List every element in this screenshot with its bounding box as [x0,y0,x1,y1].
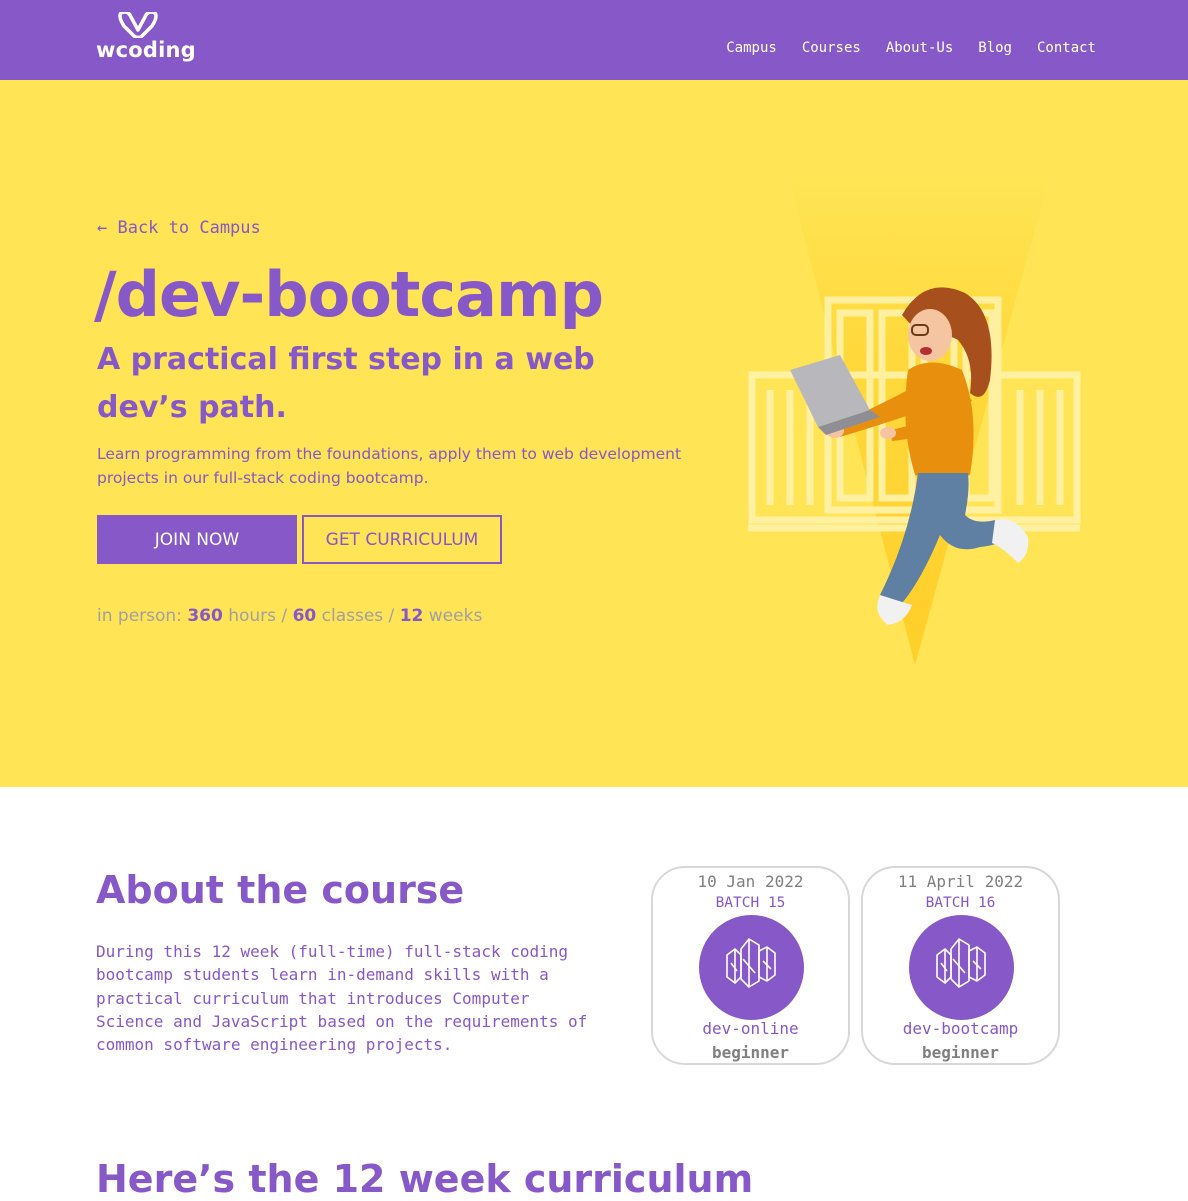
back-to-campus-link[interactable]: ← Back to Campus [97,218,261,238]
stats-weeks-label: weeks [428,606,483,626]
stats-classes-label: classes / [321,606,395,626]
about-text: During this 12 week (full-time) full-sta… [96,942,588,1055]
course-badge [699,915,804,1020]
course-stats: in person: 360 hours / 60 classes / 12 w… [97,606,482,626]
crystal-icon [726,938,776,988]
stats-hours-label: hours / [228,606,288,626]
batch-number: BATCH 16 [925,895,996,911]
nav-link-contact[interactable]: Contact [1037,40,1096,56]
stats-weeks-value: 12 [399,606,424,626]
stats-prefix: in person: [97,606,182,626]
curriculum-title: Here’s the 12 week curriculum [96,1157,754,1201]
stats-classes-value: 60 [292,606,317,626]
hero-illustration [748,175,1081,665]
course-level: beginner [711,1043,790,1062]
batch-number: BATCH 15 [715,895,786,911]
nav-link-about-us[interactable]: About-Us [886,40,953,56]
batch-date: 10 Jan 2022 [697,872,804,891]
join-now-button[interactable]: JOIN NOW [97,515,297,564]
brand-name: wcoding [96,38,196,62]
hero-subtitle: A practical first step in a web dev’s pa… [97,342,595,425]
get-curriculum-button[interactable]: GET CURRICULUM [302,515,502,564]
nav-link-campus[interactable]: Campus [726,40,777,56]
batch-date: 11 April 2022 [897,872,1024,891]
page-title: /dev-bootcamp [94,258,604,331]
top-navbar: wcoding Campus Courses About-Us Blog Con… [0,0,1188,80]
crystal-icon [936,938,986,988]
course-badge [909,915,1014,1020]
course-name: dev-online [702,1019,799,1038]
batch-card-bootcamp[interactable]: 11 April 2022 BATCH 16 dev-bootcamp begi… [861,866,1060,1065]
stats-hours-value: 360 [187,606,223,626]
nav-menu: Campus Courses About-Us Blog Contact [726,40,1096,56]
batch-card-online[interactable]: 10 Jan 2022 BATCH 15 dev-online beginner [651,866,850,1065]
hero-section: ← Back to Campus /dev-bootcamp A practic… [0,80,1188,787]
course-level: beginner [921,1043,1000,1062]
brand-logo[interactable]: wcoding [96,10,196,66]
heart-w-icon [118,12,158,38]
nav-link-courses[interactable]: Courses [802,40,861,56]
course-name: dev-bootcamp [902,1019,1019,1038]
about-title: About the course [96,868,465,912]
nav-link-blog[interactable]: Blog [978,40,1012,56]
hero-description: Learn programming from the foundations, … [97,445,682,487]
